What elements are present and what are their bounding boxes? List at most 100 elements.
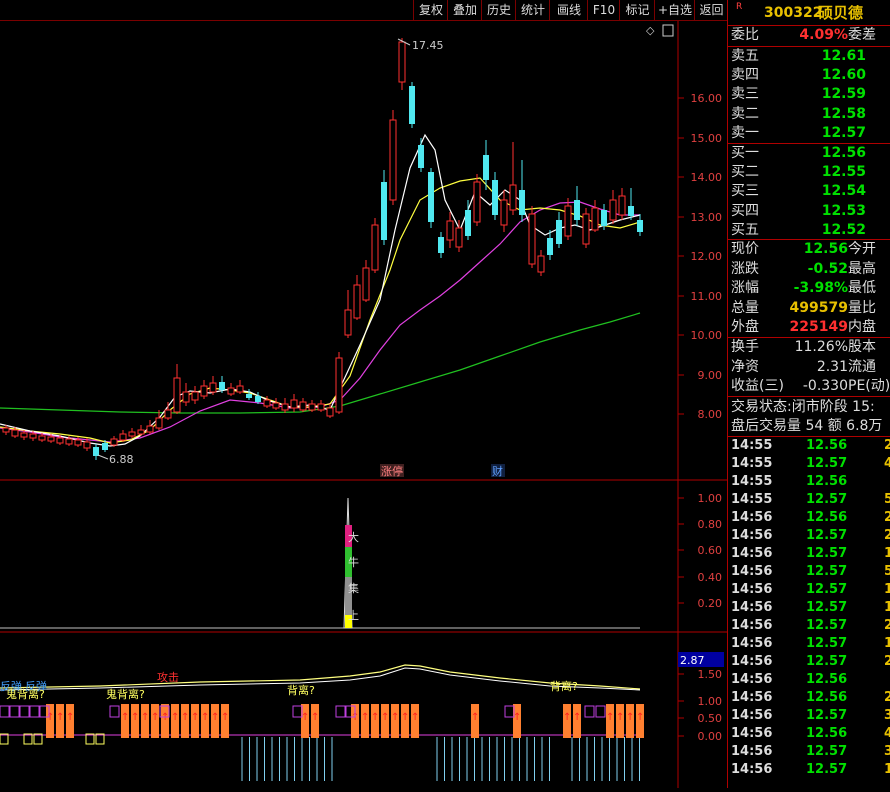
- candle-body[interactable]: [128, 431, 136, 437]
- candle-body[interactable]: [137, 429, 145, 435]
- candle-body[interactable]: [246, 394, 252, 398]
- candle-body[interactable]: [29, 433, 37, 439]
- candle-body[interactable]: [119, 433, 127, 441]
- toolbar-button-overlay[interactable]: 叠加: [447, 0, 482, 20]
- tick-vol: 5: [884, 492, 890, 507]
- candle-body[interactable]: [281, 403, 289, 411]
- candle-body[interactable]: [438, 237, 444, 253]
- panel-toggle-icon[interactable]: [662, 24, 674, 37]
- tick-time: 14:56: [731, 600, 773, 615]
- candle-body[interactable]: [290, 399, 298, 409]
- chart-area[interactable]: ◇ 16.00 15.00 14.00 13.00 12.00 11.00 10.00 9.0…: [0, 21, 727, 788]
- candle-body[interactable]: [465, 210, 471, 236]
- candle-body[interactable]: [473, 181, 481, 223]
- candle-body[interactable]: [609, 199, 617, 221]
- tick-time: 14:56: [731, 672, 773, 687]
- candlestick-series[interactable]: [2, 38, 643, 460]
- candle-body[interactable]: [209, 382, 217, 393]
- candle-body[interactable]: [263, 399, 271, 407]
- candle-body[interactable]: [83, 441, 91, 449]
- candle-body[interactable]: [483, 155, 489, 180]
- candle-body[interactable]: [74, 439, 82, 446]
- candle-body[interactable]: [528, 213, 536, 265]
- after-hours-text: 盘后交易量 54 额 6.8万: [731, 418, 883, 434]
- candle-body[interactable]: [227, 387, 235, 395]
- candle-body[interactable]: [637, 220, 643, 232]
- indicator2-tick-label: 0.50: [698, 712, 723, 725]
- candle-body[interactable]: [582, 213, 590, 245]
- toolbar-button-add-watchlist[interactable]: +自选: [654, 0, 695, 20]
- candle-body[interactable]: [191, 391, 199, 401]
- indicator2-label-ghost-divergence-2: 鬼背离?: [106, 687, 145, 701]
- candle-body[interactable]: [492, 180, 498, 215]
- candle-body[interactable]: [308, 403, 316, 411]
- separator: [728, 396, 890, 397]
- tick-row: 14:55 12.57 5: [728, 491, 890, 509]
- toolbar-button-mark[interactable]: 标记: [619, 0, 655, 20]
- tick-price: 12.57: [806, 636, 848, 651]
- candle-body[interactable]: [173, 377, 181, 413]
- candle-body[interactable]: [155, 417, 163, 429]
- candle-body[interactable]: [500, 199, 508, 226]
- candle-body[interactable]: [335, 357, 343, 413]
- quote-row-value: -0.52: [807, 260, 848, 277]
- candle-body[interactable]: [2, 427, 10, 433]
- candle-body[interactable]: [164, 409, 172, 419]
- candle-body[interactable]: [389, 119, 397, 201]
- candle-body[interactable]: [398, 41, 406, 83]
- toolbar-button-draw[interactable]: 画线: [549, 0, 588, 20]
- candle-body[interactable]: [200, 385, 208, 397]
- candle-body[interactable]: [65, 438, 73, 445]
- candle-body[interactable]: [47, 436, 55, 442]
- finance-event-label[interactable]: 财: [492, 464, 503, 478]
- candle-body[interactable]: [219, 382, 225, 390]
- candle-body[interactable]: [353, 284, 361, 319]
- candle-body[interactable]: [509, 184, 517, 211]
- candle-body[interactable]: [102, 443, 108, 450]
- candle-body[interactable]: [362, 267, 370, 301]
- indicator1-char-3: 集: [348, 581, 359, 595]
- candle-body[interactable]: [574, 200, 580, 220]
- candle-body[interactable]: [146, 425, 154, 433]
- candle-body[interactable]: [628, 206, 634, 216]
- candle-body[interactable]: [236, 385, 244, 393]
- toolbar-button-back[interactable]: 返回: [694, 0, 728, 20]
- candle-body[interactable]: [317, 403, 325, 411]
- candle-body[interactable]: [38, 435, 46, 441]
- diamond-icon[interactable]: ◇: [646, 24, 655, 37]
- toolbar-button-history[interactable]: 历史: [481, 0, 516, 20]
- candle-body[interactable]: [344, 309, 352, 336]
- candle-body[interactable]: [20, 432, 28, 438]
- candle-body[interactable]: [618, 195, 626, 216]
- candle-body[interactable]: [110, 438, 118, 446]
- candle-body[interactable]: [446, 220, 454, 241]
- candle-body[interactable]: [455, 227, 463, 248]
- candle-body[interactable]: [547, 238, 553, 255]
- indicator2-purple-box: [595, 705, 606, 718]
- toolbar-button-fuquan[interactable]: 复权: [413, 0, 448, 20]
- candle-body[interactable]: [326, 407, 334, 417]
- candle-body[interactable]: [418, 145, 424, 168]
- candle-body[interactable]: [409, 86, 415, 124]
- candle-body[interactable]: [93, 447, 99, 456]
- candle-body[interactable]: [564, 205, 572, 237]
- candle-body[interactable]: [428, 172, 434, 222]
- candle-body[interactable]: [601, 210, 607, 226]
- tick-vol: 2: [884, 654, 890, 669]
- candle-body[interactable]: [556, 220, 562, 244]
- candle-body[interactable]: [519, 190, 525, 215]
- candle-body[interactable]: [591, 207, 599, 231]
- limit-up-event-label[interactable]: 涨停: [381, 464, 403, 478]
- candle-body[interactable]: [299, 401, 307, 411]
- toolbar-button-f10[interactable]: F10: [587, 0, 620, 20]
- candle-body[interactable]: [537, 255, 545, 273]
- toolbar-button-stats[interactable]: 统计: [515, 0, 550, 20]
- quote-row-label: 总量: [731, 299, 759, 316]
- candle-body[interactable]: [11, 429, 19, 437]
- candle-body[interactable]: [272, 402, 280, 409]
- candle-body[interactable]: [381, 182, 387, 240]
- candle-body[interactable]: [371, 224, 379, 271]
- candle-body[interactable]: [182, 391, 190, 403]
- candle-body[interactable]: [255, 396, 261, 402]
- candle-body[interactable]: [56, 437, 64, 444]
